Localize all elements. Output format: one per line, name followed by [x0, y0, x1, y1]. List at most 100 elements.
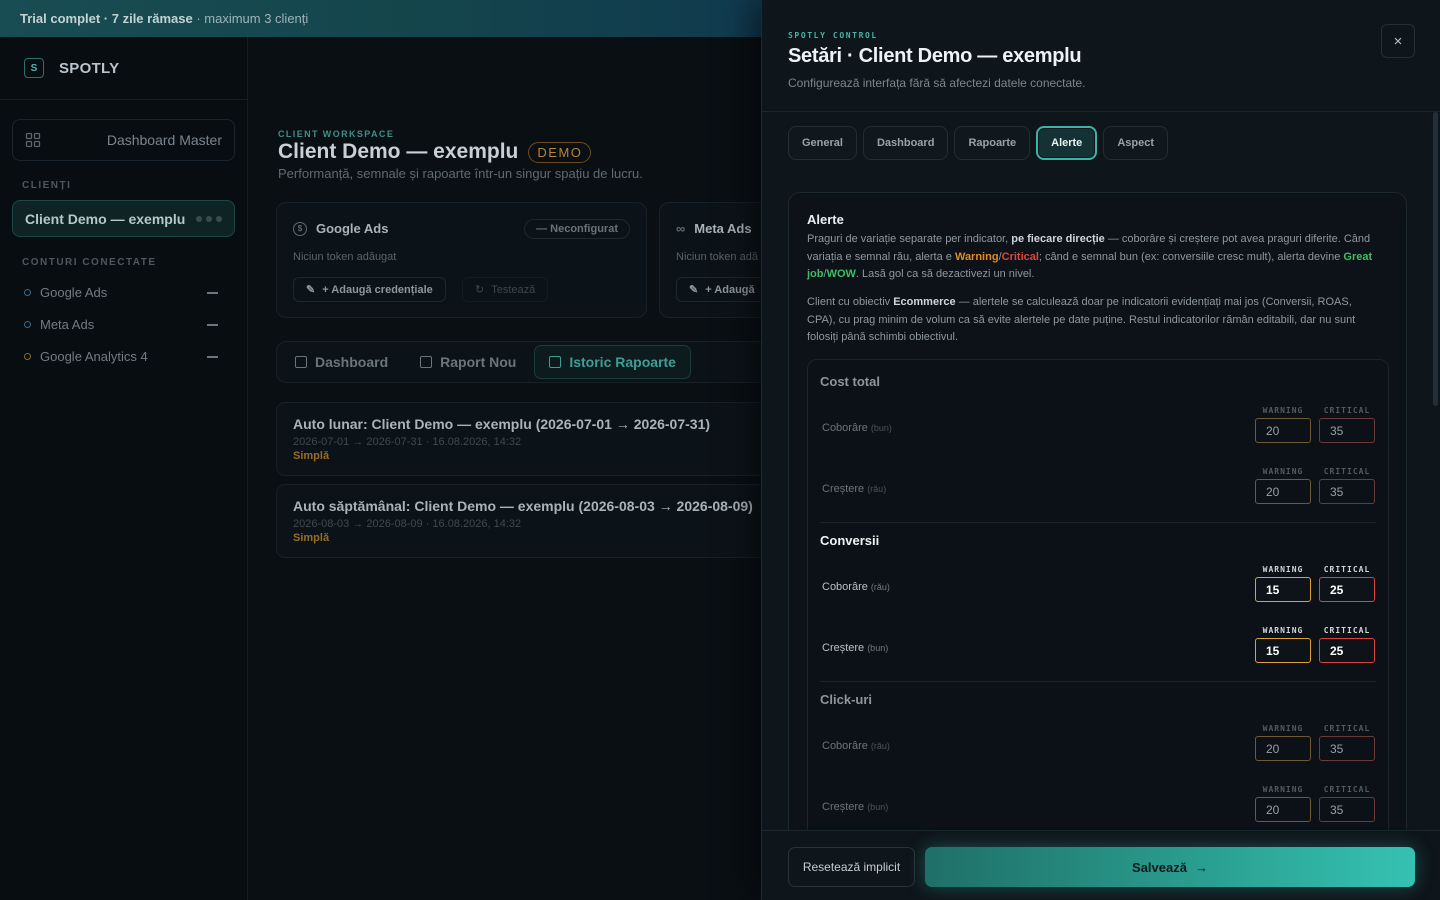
direction-hint: (rău): [867, 484, 887, 494]
text: ; când e semnal bun (ex: conversiile cre…: [1038, 250, 1344, 263]
status-badge: — Neconfigurat: [524, 219, 630, 239]
sidebar-item-client-demo[interactable]: Client Demo — exemplu: [12, 200, 235, 237]
account-google-ads[interactable]: Google Ads: [24, 285, 218, 300]
tab-alerte[interactable]: Alerte: [1036, 126, 1098, 160]
report-title: Auto săptămânal: Client Demo — exemplu (…: [293, 498, 753, 514]
critical-field: CRITICAL 25: [1319, 626, 1375, 663]
critical-caption: CRITICAL: [1323, 724, 1371, 733]
brand-name: SPOTLY: [59, 59, 120, 77]
more-options-icon[interactable]: [196, 215, 222, 222]
card-note: Niciun token adăugat: [293, 251, 397, 263]
accounts-section-label: CONTURI CONECTATE: [22, 257, 157, 268]
warning-input[interactable]: 20: [1255, 418, 1311, 443]
direction: Creștere: [822, 483, 865, 495]
client-title: Client Demo — exemplu: [278, 140, 519, 163]
page-subtitle: Performanță, semnale și rapoarte într-un…: [278, 166, 643, 181]
scrollbar[interactable]: [1433, 112, 1438, 406]
save-button[interactable]: Salvează →: [925, 847, 1415, 887]
text: Client cu obiectiv: [807, 296, 894, 308]
direction-label: Creștere (bun): [822, 642, 888, 654]
add-credentials-button[interactable]: ✎ + Adaugă credențiale: [293, 277, 446, 302]
report-title: Auto lunar: Client Demo — exemplu (2026-…: [293, 416, 711, 432]
direction: Coborâre: [822, 422, 868, 434]
pencil-icon: ✎: [306, 284, 316, 296]
warning-input[interactable]: 20: [1255, 797, 1311, 822]
tab-dashboard[interactable]: Dashboard: [862, 126, 949, 160]
direction-label: Coborâre (rău): [822, 581, 890, 593]
tab-dashboard[interactable]: Dashboard: [281, 345, 402, 379]
workspace-label: CLIENT WORKSPACE: [278, 129, 395, 139]
tab-raport-nou[interactable]: Raport Nou: [406, 345, 530, 379]
text: Praguri de variație separate per indicat…: [807, 233, 1012, 245]
test-button[interactable]: ↻ Testează: [462, 277, 549, 302]
direction-label: Creștere (rău): [822, 483, 886, 495]
threshold-row: Coborâre (rău) WARNING 20 CRITICAL 35: [822, 724, 1376, 764]
tab-aspect[interactable]: Aspect: [1103, 126, 1168, 160]
warning-input[interactable]: 20: [1255, 736, 1311, 761]
direction: Coborâre: [822, 581, 868, 593]
critical-field: CRITICAL 35: [1319, 785, 1375, 822]
warning-input[interactable]: 15: [1255, 638, 1311, 663]
trial-status: Trial complet · 7 zile rămase: [20, 11, 193, 26]
critical-field: CRITICAL 25: [1319, 565, 1375, 602]
grid-icon: [25, 132, 41, 148]
sidebar: S SPOTLY Dashboard Master CLIENȚI Client…: [0, 37, 248, 900]
critical-input[interactable]: 35: [1319, 797, 1375, 822]
tab-general[interactable]: General: [788, 126, 857, 160]
main-tabs: Dashboard Raport Nou Istoric Rapoarte: [276, 341, 761, 383]
critical-field: CRITICAL 35: [1319, 724, 1375, 761]
report-type: Simplă: [293, 450, 330, 462]
threshold-row: Coborâre (rău) WARNING 15 CRITICAL 25: [822, 565, 1376, 605]
critical-caption: CRITICAL: [1323, 785, 1371, 794]
direction: Coborâre: [822, 740, 868, 752]
main-content: CLIENT WORKSPACE Client Demo — exemplu D…: [248, 37, 761, 900]
warning-input[interactable]: 20: [1255, 479, 1311, 504]
settings-panel: SPOTLY CONTROL Setări · Client Demo — ex…: [761, 0, 1440, 900]
dollar-icon: $: [293, 221, 307, 236]
threshold-row: Creștere (rău) WARNING 20 CRITICAL 35: [822, 467, 1376, 507]
document-icon: [420, 356, 433, 368]
divider: [820, 681, 1376, 682]
objective-description: Client cu obiectiv Ecommerce — alertele …: [807, 294, 1377, 347]
threshold-row: Creștere (bun) WARNING 15 CRITICAL 25: [822, 626, 1376, 666]
reset-defaults-button[interactable]: Resetează implicit: [788, 847, 915, 887]
warning-caption: WARNING: [1262, 467, 1304, 476]
tab-rapoarte[interactable]: Rapoarte: [954, 126, 1031, 160]
warning-caption: WARNING: [1262, 724, 1304, 733]
critical-input[interactable]: 35: [1319, 479, 1375, 504]
dashboard-master-button[interactable]: Dashboard Master: [12, 119, 235, 161]
report-dates: 2026-07-01 → 2026-07-31 · 16.08.2026, 14…: [293, 436, 522, 448]
card-note: Niciun token adă: [676, 251, 758, 263]
critical-input[interactable]: 25: [1319, 577, 1375, 602]
save-label: Salvează: [1132, 859, 1187, 875]
report-item[interactable]: Auto săptămânal: Client Demo — exemplu (…: [276, 484, 761, 558]
critical-caption: CRITICAL: [1323, 467, 1371, 476]
account-label: Google Analytics 4: [40, 349, 148, 364]
critical-input[interactable]: 25: [1319, 638, 1375, 663]
tab-label: Istoric Rapoarte: [569, 354, 676, 370]
wow-word: WOW: [826, 268, 856, 280]
brand-logo-icon: S: [24, 58, 44, 78]
warning-caption: WARNING: [1262, 626, 1304, 635]
pencil-icon: ✎: [689, 284, 699, 296]
report-item[interactable]: Auto lunar: Client Demo — exemplu (2026-…: [276, 402, 761, 476]
critical-input[interactable]: 35: [1319, 418, 1375, 443]
alerts-description: Praguri de variație separate per indicat…: [807, 231, 1377, 284]
report-type: Simplă: [293, 532, 330, 544]
account-meta-ads[interactable]: Meta Ads: [24, 317, 218, 332]
add-credentials-button[interactable]: ✎ + Adaugă: [676, 277, 761, 302]
panel-body[interactable]: General Dashboard Rapoarte Alerte Aspect…: [762, 112, 1440, 830]
direction-hint: (bun): [867, 802, 889, 812]
report-dates: 2026-08-03 → 2026-08-09 · 16.08.2026, 14…: [293, 518, 522, 530]
threshold-row: Coborâre (bun) WARNING 20 CRITICAL 35: [822, 406, 1376, 446]
close-button[interactable]: ×: [1381, 24, 1415, 58]
warning-caption: WARNING: [1262, 785, 1304, 794]
trial-banner: Trial complet · 7 zile rămase · maximum …: [0, 0, 761, 37]
warning-input[interactable]: 15: [1255, 577, 1311, 602]
metric-name: Click-uri: [820, 692, 873, 707]
account-ga4[interactable]: Google Analytics 4: [24, 349, 218, 364]
tab-istoric-rapoarte[interactable]: Istoric Rapoarte: [534, 345, 691, 379]
critical-input[interactable]: 35: [1319, 736, 1375, 761]
metric-name: Cost total: [820, 374, 880, 389]
brand[interactable]: S SPOTLY: [0, 37, 247, 100]
